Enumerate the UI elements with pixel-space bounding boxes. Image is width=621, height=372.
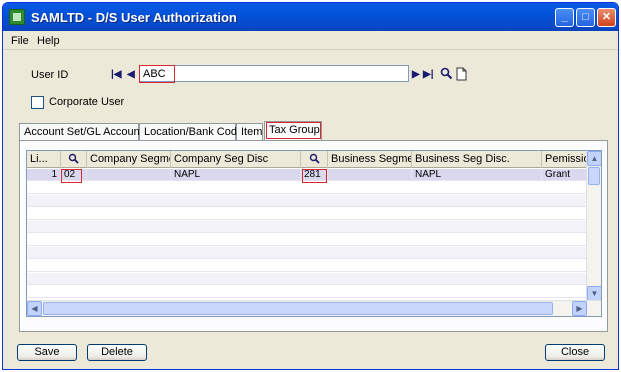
tab-account-set[interactable]: Account Set/GL Account — [19, 123, 143, 140]
horizontal-scroll-thumb[interactable] — [43, 302, 553, 315]
scroll-right-icon[interactable]: ▶ — [572, 301, 587, 316]
corporate-user-checkbox[interactable] — [31, 96, 44, 109]
cell-company-seg-disc[interactable]: NAPL — [171, 169, 301, 181]
delete-button[interactable]: Delete — [87, 344, 147, 361]
col-company-seg-disc[interactable]: Company Seg Disc — [171, 151, 301, 168]
table-row[interactable] — [27, 273, 588, 285]
menu-bar: File Help — [3, 32, 618, 50]
col-business-segment[interactable]: Business Segment — [328, 151, 412, 168]
scroll-left-icon[interactable]: ◀ — [27, 301, 42, 316]
menu-help[interactable]: Help — [37, 35, 60, 47]
cell-line: 1 — [27, 169, 61, 181]
app-window: SAMLTD - D/S User Authorization _ □ ✕ Fi… — [2, 2, 619, 370]
tab-location-bank[interactable]: Location/Bank Code — [139, 123, 243, 140]
vertical-scrollbar[interactable]: ▲ ▼ — [586, 151, 601, 301]
first-record-icon[interactable]: |◀ — [111, 69, 122, 80]
previous-record-icon[interactable]: ◀ — [127, 69, 135, 80]
last-record-icon[interactable]: ▶| — [423, 69, 434, 80]
close-button[interactable]: Close — [545, 344, 605, 361]
app-icon — [9, 9, 25, 25]
menu-file[interactable]: File — [11, 35, 29, 47]
col-business-seg-disc[interactable]: Business Seg Disc. — [412, 151, 542, 168]
grid-header: Li... Company Segment Company Seg Disc B… — [27, 151, 601, 168]
table-row[interactable] — [27, 260, 588, 272]
table-row[interactable] — [27, 195, 588, 207]
tab-highlight — [266, 122, 321, 139]
table-row[interactable] — [27, 286, 588, 298]
horizontal-scrollbar[interactable]: ◀ ▶ — [27, 300, 601, 316]
business-code-highlight — [302, 169, 327, 183]
col-permission[interactable]: Pemission — [542, 151, 589, 168]
tab-panel: Li... Company Segment Company Seg Disc B… — [19, 140, 608, 332]
col-business-finder[interactable] — [301, 151, 328, 168]
window-title: SAMLTD - D/S User Authorization — [31, 10, 237, 25]
vertical-scroll-thumb[interactable] — [588, 167, 600, 185]
col-line[interactable]: Li... — [27, 151, 61, 168]
close-window-button[interactable]: ✕ — [597, 8, 616, 27]
scroll-up-icon[interactable]: ▲ — [587, 151, 601, 166]
search-icon[interactable] — [309, 153, 320, 164]
table-row[interactable] — [27, 247, 588, 259]
table-row[interactable] — [27, 182, 588, 194]
title-bar: SAMLTD - D/S User Authorization _ □ ✕ — [3, 3, 618, 31]
save-button[interactable]: Save — [17, 344, 77, 361]
user-id-field[interactable]: ABC — [139, 65, 409, 82]
cell-company-segment[interactable] — [87, 169, 171, 181]
search-icon[interactable] — [68, 153, 79, 164]
table-row[interactable] — [27, 208, 588, 220]
maximize-button[interactable]: □ — [576, 8, 595, 27]
data-grid[interactable]: Li... Company Segment Company Seg Disc B… — [26, 150, 602, 317]
tab-item[interactable]: Item — [236, 123, 263, 140]
search-icon[interactable] — [440, 67, 453, 80]
col-company-finder[interactable] — [61, 151, 87, 168]
corporate-user-label: Corporate User — [49, 96, 125, 108]
company-code-highlight — [61, 169, 82, 183]
minimize-button[interactable]: _ — [555, 8, 574, 27]
cell-business-seg-disc[interactable]: NAPL — [412, 169, 542, 181]
col-company-segment[interactable]: Company Segment — [87, 151, 171, 168]
user-id-highlight — [139, 65, 175, 83]
user-id-label: User ID — [31, 69, 69, 81]
table-row[interactable] — [27, 234, 588, 246]
scroll-down-icon[interactable]: ▼ — [587, 286, 601, 301]
cell-permission[interactable]: Grant — [542, 169, 588, 181]
cell-business-segment[interactable] — [328, 169, 412, 181]
table-row[interactable] — [27, 221, 588, 233]
next-record-icon[interactable]: ▶ — [412, 69, 420, 80]
new-document-icon[interactable] — [456, 67, 468, 81]
